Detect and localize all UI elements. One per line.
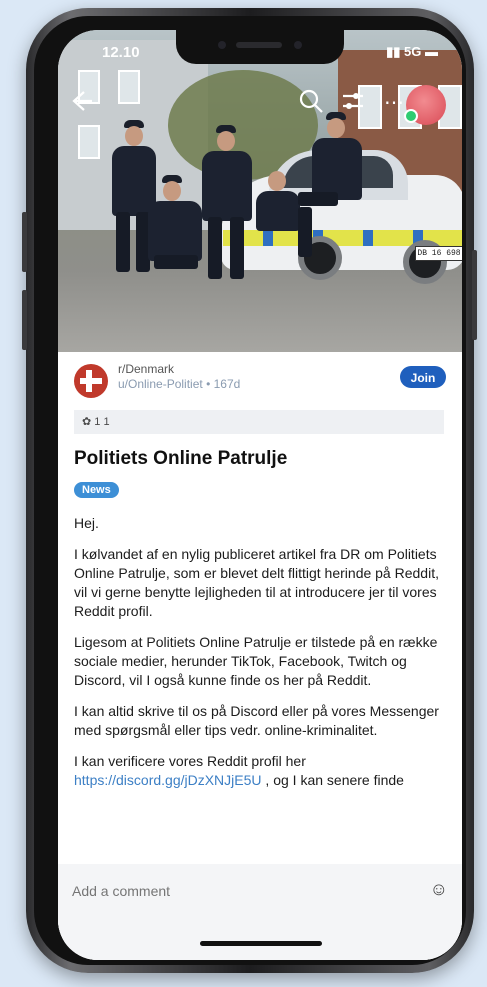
comment-input[interactable] xyxy=(70,872,454,910)
phone-screen: DB 16 698 12.10 ▮▮ 5G ▬ ⋯ r/Denmark u/On… xyxy=(58,30,462,960)
status-network: ▮▮ 5G ▬ xyxy=(386,44,438,60)
award-icon: ✿ xyxy=(82,416,92,428)
search-icon[interactable] xyxy=(298,88,324,119)
meta-separator: • xyxy=(206,377,214,391)
post-body: Hej. I kølvandet af en nylig publiceret … xyxy=(74,514,450,802)
discord-link[interactable]: https://discord.gg/jDzXNJjE5U xyxy=(74,772,262,788)
post-paragraph: Ligesom at Politiets Online Patrulje er … xyxy=(74,634,438,688)
post-author[interactable]: u/Online-Politiet xyxy=(118,377,203,391)
more-icon[interactable]: ⋯ xyxy=(384,90,405,115)
paragraph-text: I kan verificere vores Reddit profil her xyxy=(74,753,306,769)
post-age: 167d xyxy=(213,377,241,391)
license-plate: DB 16 698 xyxy=(415,246,462,261)
sort-icon[interactable] xyxy=(340,88,366,119)
post-paragraph: I kølvandet af en nylig publiceret artik… xyxy=(74,546,439,619)
camera-notch xyxy=(176,30,344,64)
signal-icon: ▮▮ xyxy=(386,44,401,59)
building-window xyxy=(78,125,100,159)
online-indicator xyxy=(404,109,418,123)
building-window xyxy=(118,70,140,104)
post-image[interactable]: DB 16 698 12.10 ▮▮ 5G ▬ ⋯ xyxy=(58,30,462,352)
post-flair[interactable]: News xyxy=(74,482,119,498)
user-avatar[interactable] xyxy=(404,85,446,125)
emoji-icon[interactable]: ☺ xyxy=(430,879,448,900)
join-button[interactable]: Join xyxy=(400,366,446,388)
post-title: Politiets Online Patrulje xyxy=(74,448,288,469)
status-time: 12.10 xyxy=(102,44,140,61)
back-arrow-icon[interactable] xyxy=(68,88,94,119)
power-button xyxy=(472,250,477,340)
subreddit-icon[interactable] xyxy=(74,364,108,398)
battery-icon: ▬ xyxy=(425,44,438,59)
paragraph-text: , og I kan senere finde xyxy=(261,772,404,788)
award-counts: 1 1 xyxy=(94,416,110,428)
volume-up-button xyxy=(22,212,27,272)
post-paragraph: Hej. xyxy=(74,515,99,531)
awards-bar[interactable]: ✿ 1 1 xyxy=(74,410,444,434)
home-indicator[interactable] xyxy=(200,941,322,946)
post-paragraph: I kan altid skrive til os på Discord ell… xyxy=(74,703,439,738)
network-label: 5G xyxy=(404,44,422,59)
post-content: r/Denmark u/Online-Politiet • 167d Join … xyxy=(58,352,462,960)
subreddit-name[interactable]: r/Denmark xyxy=(118,362,174,376)
post-author-line: u/Online-Politiet • 167d xyxy=(118,377,240,391)
comment-bar: ☺ xyxy=(58,864,462,960)
volume-down-button xyxy=(22,290,27,350)
post-paragraph: I kan verificere vores Reddit profil her… xyxy=(74,752,450,790)
